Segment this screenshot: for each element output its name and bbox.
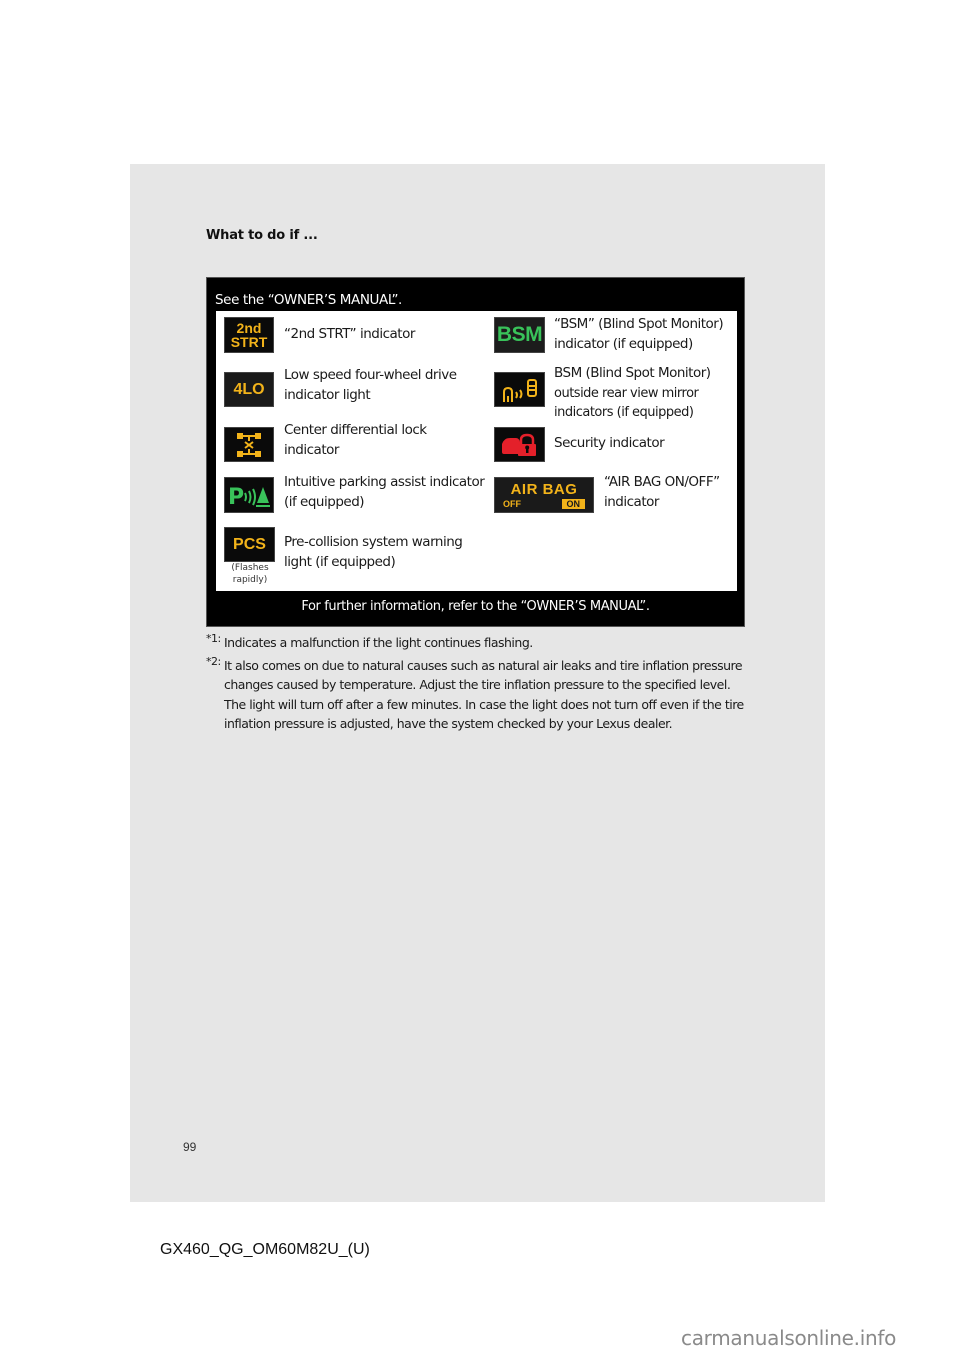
parking-assist-indicator-icon: P <box>224 477 274 513</box>
drivetrain-icon <box>237 432 261 457</box>
footnotes: *1: Indicates a malfunction if the light… <box>206 632 751 737</box>
icon-label: BSM <box>496 323 543 346</box>
description-line: indicator (if equipped) <box>554 335 693 352</box>
bsm-indicator-icon: BSM <box>494 317 545 353</box>
security-indicator-icon <box>494 427 545 462</box>
description-line: indicator light <box>284 386 371 403</box>
indicator-description: Center differential lock indicator <box>284 421 427 460</box>
pcs-warning-icon: PCS <box>224 527 275 562</box>
indicator-description: BSM (Blind Spot Monitor) outside rear vi… <box>554 364 711 423</box>
indicator-description: “AIR BAG ON/OFF” indicator <box>604 473 720 512</box>
icon-label: STRT <box>230 334 268 350</box>
footnote-text: It also comes on due to natural causes s… <box>224 657 744 732</box>
indicator-panel: See the “OWNER’S MANUAL”. 2nd STRT “2nd … <box>206 277 745 627</box>
document-code: GX460_QG_OM60M82U_(U) <box>160 1241 370 1258</box>
footnote-mark: *2: <box>206 654 221 668</box>
description-line: Low speed four-wheel drive <box>284 367 457 383</box>
indicator-description: “2nd STRT” indicator <box>284 325 415 345</box>
icon-label: 2nd <box>236 320 262 336</box>
description-line: Security indicator <box>554 435 665 451</box>
indicator-description: “BSM” (Blind Spot Monitor) indicator (if… <box>554 315 724 354</box>
description-line: BSM (Blind Spot Monitor) <box>554 365 711 381</box>
footnote-2: *2: It also comes on due to natural caus… <box>206 655 751 734</box>
on-label: ON <box>561 498 585 509</box>
description-line: Center differential lock <box>284 422 427 438</box>
description-line: (if equipped) <box>284 493 365 510</box>
footnote-mark: *1: <box>206 632 221 645</box>
mirror-car-icon <box>502 378 537 402</box>
description-line: outside rear view mirror <box>554 385 699 401</box>
2nd-strt-indicator-icon: 2nd STRT <box>224 317 274 353</box>
watermark: carmanualsonline.info <box>681 1326 897 1350</box>
icon-label: 4LO <box>233 380 265 398</box>
description-line: “AIR BAG ON/OFF” <box>604 474 720 490</box>
description-line: indicators (if equipped) <box>554 405 694 420</box>
note-line: (Flashes <box>231 563 269 573</box>
section-title: What to do if ... <box>206 228 318 243</box>
icon-label: PCS <box>233 535 266 553</box>
flash-note: (Flashes rapidly) <box>224 562 276 586</box>
description-line: indicator <box>284 441 339 458</box>
description-line: “BSM” (Blind Spot Monitor) <box>554 316 724 332</box>
air-bag-status-row: OFF ON <box>503 498 585 509</box>
indicator-description: Intuitive parking assist indicator (if e… <box>284 473 485 512</box>
svg-text:P: P <box>228 485 244 509</box>
indicator-description: Security indicator <box>554 434 665 454</box>
parking-sensor-icon: P <box>228 485 270 509</box>
icon-label: AIR BAG <box>510 480 578 498</box>
footnote-1: *1: Indicates a malfunction if the light… <box>206 632 751 653</box>
4lo-indicator-icon: 4LO <box>224 372 274 407</box>
panel-footer: For further information, refer to the “O… <box>301 599 650 614</box>
bsm-mirror-indicator-icon <box>494 372 545 407</box>
description-line: Pre-collision system warning <box>284 534 463 550</box>
panel-heading: See the “OWNER’S MANUAL”. <box>215 292 402 308</box>
description-line: “2nd STRT” indicator <box>284 326 415 342</box>
page-number: 99 <box>183 1140 197 1154</box>
description-line: light (if equipped) <box>284 553 396 570</box>
footnote-text: Indicates a malfunction if the light con… <box>224 635 533 650</box>
center-differential-lock-icon <box>224 427 274 462</box>
indicator-description: Low speed four-wheel drive indicator lig… <box>284 366 457 405</box>
indicator-list: 2nd STRT “2nd STRT” indicator BSM “BSM” … <box>216 311 737 591</box>
description-line: Intuitive parking assist indicator <box>284 474 485 490</box>
car-lock-icon <box>501 433 536 456</box>
off-label: OFF <box>503 498 521 509</box>
indicator-description: Pre-collision system warning light (if e… <box>284 533 463 572</box>
note-line: rapidly) <box>232 575 268 585</box>
air-bag-on-off-indicator-icon: AIR BAG OFF ON <box>494 477 594 513</box>
description-line: indicator <box>604 493 659 510</box>
